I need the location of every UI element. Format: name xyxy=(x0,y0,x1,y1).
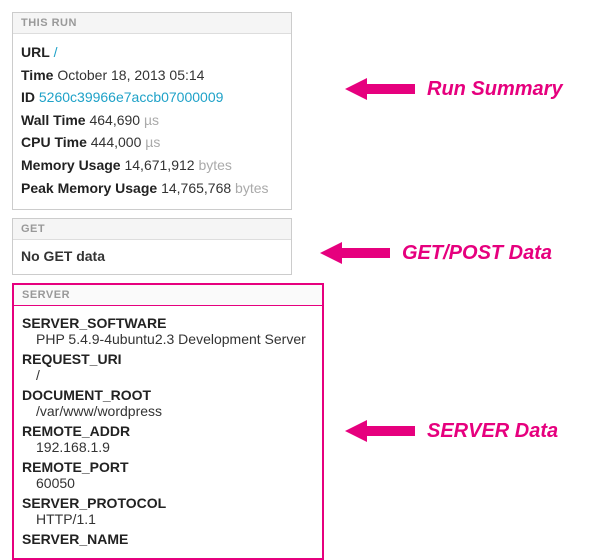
server-val: /var/www/wordpress xyxy=(22,403,314,419)
server-data-body: SERVER_SOFTWARE PHP 5.4.9-4ubuntu2.3 Dev… xyxy=(14,306,322,558)
get-data-panel: GET No GET data xyxy=(12,218,292,275)
id-link[interactable]: 5260c39966e7accb07000009 xyxy=(39,89,224,105)
cpu-time-value: 444,000 xyxy=(91,134,142,150)
server-val: PHP 5.4.9-4ubuntu2.3 Development Server xyxy=(22,331,314,347)
arrow-icon xyxy=(345,76,415,102)
memory-usage-row: Memory Usage 14,671,912 bytes xyxy=(21,156,283,176)
server-data-header: SERVER xyxy=(14,285,322,306)
server-val: / xyxy=(22,367,314,383)
server-key: REMOTE_PORT xyxy=(22,459,314,475)
run-summary-body: URL / Time October 18, 2013 05:14 ID 526… xyxy=(13,34,291,209)
server-val: 60050 xyxy=(22,475,314,491)
get-data-body: No GET data xyxy=(13,240,291,274)
peak-memory-unit: bytes xyxy=(235,180,268,196)
annotation-get-post: GET/POST Data xyxy=(320,240,552,266)
server-data-panel: SERVER SERVER_SOFTWARE PHP 5.4.9-4ubuntu… xyxy=(12,283,324,560)
memory-value: 14,671,912 xyxy=(124,157,194,173)
annotation-label: SERVER Data xyxy=(427,420,558,443)
server-key: REQUEST_URI xyxy=(22,351,314,367)
server-key: REMOTE_ADDR xyxy=(22,423,314,439)
arrow-icon xyxy=(320,240,390,266)
run-summary-panel: THIS RUN URL / Time October 18, 2013 05:… xyxy=(12,12,292,210)
time-value: October 18, 2013 05:14 xyxy=(57,67,204,83)
time-row: Time October 18, 2013 05:14 xyxy=(21,66,283,86)
url-link[interactable]: / xyxy=(54,44,58,60)
url-row: URL / xyxy=(21,43,283,63)
peak-memory-row: Peak Memory Usage 14,765,768 bytes xyxy=(21,179,283,199)
server-row: SERVER_PROTOCOL HTTP/1.1 xyxy=(22,495,314,527)
server-row: DOCUMENT_ROOT /var/www/wordpress xyxy=(22,387,314,419)
peak-memory-value: 14,765,768 xyxy=(161,180,231,196)
wall-time-value: 464,690 xyxy=(89,112,140,128)
id-label: ID xyxy=(21,89,35,105)
get-data-header: GET xyxy=(13,219,291,240)
cpu-time-row: CPU Time 444,000 µs xyxy=(21,133,283,153)
cpu-time-label: CPU Time xyxy=(21,134,87,150)
server-row: REMOTE_ADDR 192.168.1.9 xyxy=(22,423,314,455)
get-nodata-text: No GET data xyxy=(21,246,283,266)
server-row: SERVER_NAME xyxy=(22,531,314,547)
server-key: SERVER_SOFTWARE xyxy=(22,315,314,331)
annotation-run-summary: Run Summary xyxy=(345,76,563,102)
server-val: HTTP/1.1 xyxy=(22,511,314,527)
server-row: SERVER_SOFTWARE PHP 5.4.9-4ubuntu2.3 Dev… xyxy=(22,315,314,347)
wall-time-unit: µs xyxy=(144,112,159,128)
memory-unit: bytes xyxy=(198,157,231,173)
server-key: SERVER_NAME xyxy=(22,531,314,547)
cpu-time-unit: µs xyxy=(145,134,160,150)
server-key: DOCUMENT_ROOT xyxy=(22,387,314,403)
arrow-icon xyxy=(345,418,415,444)
time-label: Time xyxy=(21,67,53,83)
run-summary-header: THIS RUN xyxy=(13,13,291,34)
server-row: REMOTE_PORT 60050 xyxy=(22,459,314,491)
annotation-label: GET/POST Data xyxy=(402,242,552,265)
memory-label: Memory Usage xyxy=(21,157,121,173)
peak-memory-label: Peak Memory Usage xyxy=(21,180,157,196)
annotation-label: Run Summary xyxy=(427,78,563,101)
wall-time-row: Wall Time 464,690 µs xyxy=(21,111,283,131)
wall-time-label: Wall Time xyxy=(21,112,86,128)
server-row: REQUEST_URI / xyxy=(22,351,314,383)
url-label: URL xyxy=(21,44,50,60)
annotation-server: SERVER Data xyxy=(345,418,558,444)
id-row: ID 5260c39966e7accb07000009 xyxy=(21,88,283,108)
server-key: SERVER_PROTOCOL xyxy=(22,495,314,511)
server-val: 192.168.1.9 xyxy=(22,439,314,455)
